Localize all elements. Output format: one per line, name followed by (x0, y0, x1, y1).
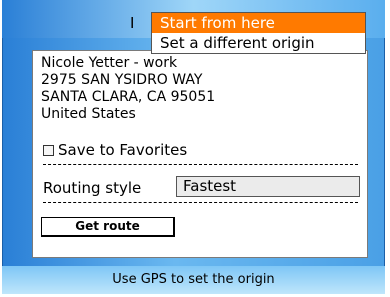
divider (43, 202, 358, 203)
address-country: United States (41, 106, 136, 122)
address-street: 2975 SAN YSIDRO WAY (41, 72, 203, 88)
get-route-button[interactable]: Get route (41, 217, 175, 237)
menu-item-start-from-here[interactable]: Start from here (152, 13, 365, 33)
address-city: SANTA CLARA, CA 95051 (41, 89, 216, 105)
route-panel: Nicole Yetter - work 2975 SAN YSIDRO WAY… (32, 50, 368, 258)
save-favorites-row[interactable]: Save to Favorites (43, 141, 187, 159)
status-bar: Use GPS to set the origin (2, 266, 385, 294)
address-name: Nicole Yetter - work (41, 55, 178, 71)
divider (43, 164, 358, 165)
destination-address: Nicole Yetter - work 2975 SAN YSIDRO WAY… (41, 55, 215, 123)
save-favorites-checkbox[interactable] (43, 144, 54, 156)
page-title: I (130, 14, 135, 32)
origin-menu: Start from here Set a different origin (151, 12, 366, 54)
routing-style-label: Routing style (43, 179, 142, 197)
menu-item-set-different-origin[interactable]: Set a different origin (152, 33, 365, 53)
routing-style-select[interactable]: Fastest (176, 176, 360, 197)
save-favorites-label: Save to Favorites (58, 141, 188, 159)
